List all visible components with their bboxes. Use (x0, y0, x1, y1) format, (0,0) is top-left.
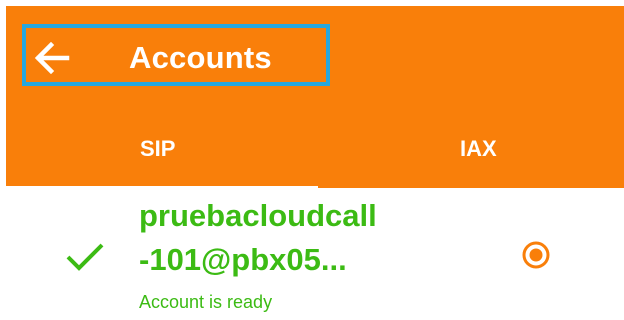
account-status: Account is ready (139, 292, 273, 312)
tab-iax[interactable]: IAX (460, 136, 497, 168)
checkmark-icon (66, 243, 104, 271)
arrow-left-icon (34, 42, 70, 74)
back-button[interactable] (30, 36, 74, 80)
account-name: pruebacloudcall -101@pbx05... (139, 198, 377, 277)
app-bar: Accounts SIP IAX (6, 6, 624, 192)
radio-selected-icon[interactable] (521, 240, 551, 270)
tab-sip[interactable]: SIP (140, 136, 175, 168)
page-title: Accounts (129, 40, 272, 75)
account-list-item[interactable]: pruebacloudcall -101@pbx05... Account is… (6, 188, 624, 320)
